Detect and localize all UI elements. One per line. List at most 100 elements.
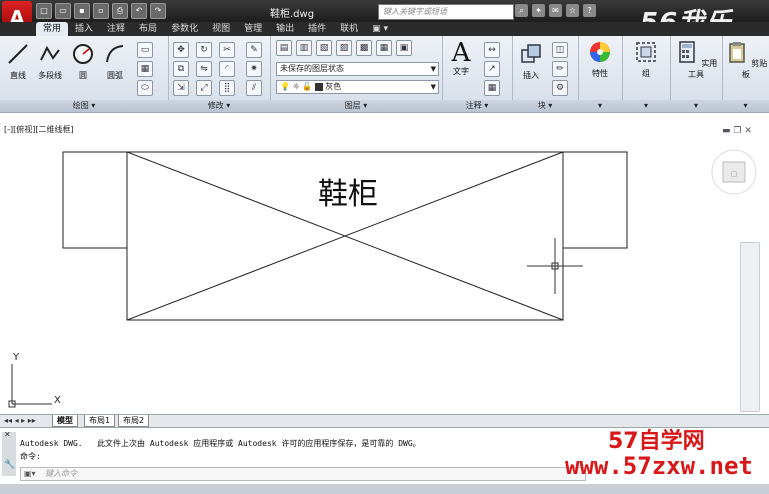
communication-center-icon[interactable]: ✉	[549, 4, 562, 17]
layer-properties-icon[interactable]: ▤	[276, 40, 292, 56]
tab-parametric[interactable]: 参数化	[164, 22, 205, 36]
tab-layout[interactable]: 布局	[132, 22, 164, 36]
insert-label: 插入	[523, 71, 539, 80]
layout-nav-arrows[interactable]: ◂◂ ◂ ▸ ▸▸	[4, 416, 36, 425]
edit-attributes-icon[interactable]: ⚙	[552, 80, 568, 96]
viewcube[interactable]: ▢	[711, 149, 757, 195]
layer-state-dropdown[interactable]: 未保存的图层状态 ▼	[276, 62, 439, 76]
layers-panel-title[interactable]: 图层 ▾	[270, 100, 442, 112]
save-as-icon[interactable]: ▫	[93, 3, 109, 19]
navigation-bar[interactable]	[740, 242, 760, 412]
offset-icon[interactable]: ⫽	[246, 80, 262, 96]
layer-state-value: 未保存的图层状态	[280, 64, 344, 73]
tab-extra[interactable]: ▣ ▾	[365, 22, 395, 36]
tab-insert[interactable]: 插入	[68, 22, 100, 36]
clipboard-tool[interactable]: 剪贴板	[724, 40, 768, 80]
explode-icon[interactable]: ✷	[246, 61, 262, 77]
utilities-tool[interactable]: 实用工具	[672, 40, 720, 80]
print-icon[interactable]: ⎙	[112, 3, 128, 19]
layer-off-icon[interactable]: ▣	[396, 40, 412, 56]
create-block-icon[interactable]: ◫	[552, 42, 568, 58]
clipboard-panel-title[interactable]: ▾	[722, 100, 769, 112]
tab-manage[interactable]: 管理	[237, 22, 269, 36]
groups-panel: 组 ▾	[622, 36, 671, 112]
leader-icon[interactable]: ↗	[484, 61, 500, 77]
tab-plugins[interactable]: 插件	[301, 22, 333, 36]
tab-model[interactable]: 模型	[52, 415, 78, 427]
insert-block-icon	[521, 44, 541, 63]
layer-previous-icon[interactable]: ▧	[316, 40, 332, 56]
table-icon[interactable]: ▦	[484, 80, 500, 96]
erase-icon[interactable]: ✎	[246, 42, 262, 58]
group-tool[interactable]: 组	[632, 40, 660, 79]
search-icon[interactable]: ⌕	[515, 4, 528, 17]
arc-tool[interactable]: 圆弧	[100, 42, 130, 81]
trim-icon[interactable]: ✂	[219, 42, 235, 58]
left-cabinet-rect[interactable]	[62, 151, 128, 249]
search-input[interactable]: 键入关键字或短语	[378, 4, 514, 20]
open-file-icon[interactable]: ▭	[55, 3, 71, 19]
scale-icon[interactable]: ⤢	[196, 80, 212, 96]
array-icon[interactable]: ⣿	[219, 80, 235, 96]
polyline-tool[interactable]: 多段线	[33, 42, 67, 81]
mirror-icon[interactable]: ⇋	[196, 61, 212, 77]
color-swatch-icon	[314, 82, 323, 91]
layer-match-icon[interactable]: ▥	[296, 40, 312, 56]
subscription-icon[interactable]: ✦	[532, 4, 545, 17]
tab-layout1[interactable]: 布局1	[84, 415, 116, 427]
new-file-icon[interactable]: □	[36, 3, 52, 19]
layer-isolate-icon[interactable]: ▨	[336, 40, 352, 56]
groups-panel-title[interactable]: ▾	[622, 100, 670, 112]
ellipse-icon[interactable]: ⬭	[137, 80, 153, 96]
save-icon[interactable]: ▪	[74, 3, 90, 19]
help-icon[interactable]: ?	[583, 4, 596, 17]
layer-freeze-icon[interactable]: ▩	[356, 40, 372, 56]
edit-block-icon[interactable]: ✏	[552, 61, 568, 77]
modify-panel-title[interactable]: 修改 ▾	[168, 100, 270, 112]
move-icon[interactable]: ✥	[173, 42, 189, 58]
watermark-site-name: 57自学网	[608, 429, 705, 454]
properties-tool[interactable]: 特性	[584, 40, 616, 79]
polyline-label: 多段线	[38, 71, 62, 80]
ucs-y-label: Y	[12, 352, 20, 363]
circle-tool[interactable]: 圆	[70, 42, 96, 81]
dimension-icon[interactable]: ↔	[484, 42, 500, 58]
command-input[interactable]: 键入命令	[20, 467, 586, 481]
fillet-icon[interactable]: ◜	[219, 61, 235, 77]
favorites-icon[interactable]: ☆	[566, 4, 579, 17]
layer-lock-icon[interactable]: ▦	[376, 40, 392, 56]
redo-icon[interactable]: ↷	[150, 3, 166, 19]
chevron-down-icon: ▼	[430, 65, 436, 73]
hatch-icon[interactable]: ▦	[137, 61, 153, 77]
copy-icon[interactable]: ⧉	[173, 61, 189, 77]
insert-tool[interactable]: 插入	[516, 42, 546, 81]
rotate-icon[interactable]: ↻	[196, 42, 212, 58]
properties-panel: 特性 ▾	[578, 36, 623, 112]
close-icon[interactable]: ✕	[4, 430, 11, 439]
block-panel: 插入 ◫ ✏ ⚙ 块 ▾	[512, 36, 579, 112]
line-tool[interactable]: 直线	[4, 42, 32, 81]
command-input-icon[interactable]: ▣▾	[24, 469, 36, 478]
tab-view[interactable]: 视图	[205, 22, 237, 36]
tab-annotate[interactable]: 注释	[100, 22, 132, 36]
right-cabinet-rect[interactable]	[562, 151, 628, 249]
drawing-text[interactable]: 鞋柜	[318, 177, 378, 212]
layer-dropdown[interactable]: 💡 ☼ 🔓 灰色 ▼	[276, 80, 439, 94]
stretch-icon[interactable]: ⇲	[173, 80, 189, 96]
block-panel-title[interactable]: 块 ▾	[512, 100, 578, 112]
draw-panel-title[interactable]: 绘图 ▾	[0, 100, 168, 112]
command-history-line: Autodesk DWG. 此文件上次由 Autodesk 应用程序或 Auto…	[20, 439, 421, 448]
properties-panel-title[interactable]: ▾	[578, 100, 622, 112]
tab-online[interactable]: 联机	[333, 22, 365, 36]
text-tool[interactable]: A 文字	[446, 40, 476, 77]
utilities-panel-title[interactable]: ▾	[670, 100, 722, 112]
drawing-canvas[interactable]: 鞋柜 ▢ Y X	[0, 112, 769, 414]
tab-layout2[interactable]: 布局2	[118, 415, 150, 427]
tab-output[interactable]: 输出	[269, 22, 301, 36]
undo-icon[interactable]: ↶	[131, 3, 147, 19]
rectangle-icon[interactable]: ▭	[137, 42, 153, 58]
wrench-icon[interactable]: 🔧	[4, 460, 15, 470]
group-label: 组	[642, 69, 650, 78]
annotation-panel-title[interactable]: 注释 ▾	[442, 100, 512, 112]
tab-home[interactable]: 常用	[36, 22, 69, 36]
